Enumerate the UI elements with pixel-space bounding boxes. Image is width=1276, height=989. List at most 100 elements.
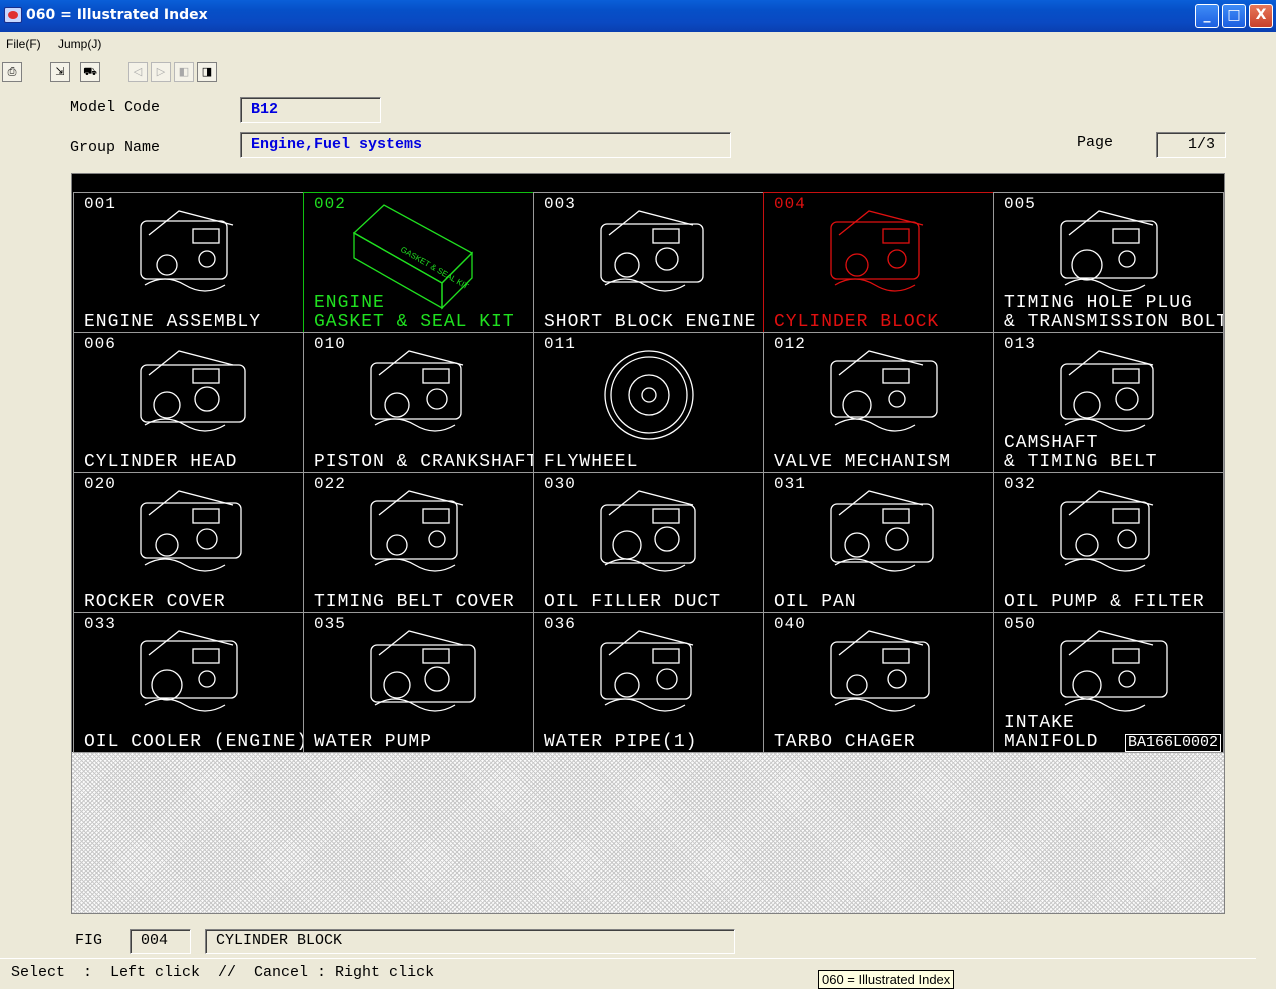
figure-cell-022[interactable]: 022 TIMING BELT COVER	[303, 472, 534, 613]
reference-code: BA166L0002	[1124, 734, 1221, 752]
figure-code: 040	[774, 615, 806, 633]
figure-name: VALVE MECHANISM	[774, 452, 952, 472]
prev-group-button[interactable]: ◁	[128, 62, 148, 82]
figure-name: OIL COOLER (ENGINE)	[84, 732, 304, 752]
figure-code: 030	[544, 475, 576, 493]
figure-code: 020	[84, 475, 116, 493]
figure-code: 050	[1004, 615, 1036, 633]
figure-name: WATER PUMP	[314, 732, 433, 752]
close-button[interactable]: X	[1249, 4, 1273, 28]
minimize-button[interactable]: _	[1195, 4, 1219, 28]
figure-cell-033[interactable]: 033 OIL COOLER (ENGINE)	[73, 612, 304, 753]
kit-box-text: GASKET & SEAL KIT	[399, 245, 470, 291]
print-icon: ⎙	[7, 65, 17, 78]
next-group-icon: ▷	[156, 65, 166, 78]
prev-group-icon: ◁	[133, 65, 143, 78]
menu-bar: File(F) Jump(J)	[0, 33, 1276, 55]
figure-cell-003[interactable]: 003 SHORT BLOCK ENGINE	[533, 192, 764, 333]
figure-cell-032[interactable]: 032 OIL PUMP & FILTER	[993, 472, 1224, 613]
figure-code: 006	[84, 335, 116, 353]
figure-cell-040[interactable]: 040 TARBO CHAGER	[763, 612, 994, 753]
figure-code: 032	[1004, 475, 1036, 493]
status-text: Select : Left click // Cancel : Right cl…	[11, 964, 435, 981]
figure-cell-010[interactable]: 010 PISTON & CRANKSHAFT	[303, 332, 534, 473]
figure-name: ROCKER COVER	[84, 592, 226, 612]
figure-code: 002	[314, 195, 346, 213]
prev-page-icon: ◧	[178, 65, 190, 78]
figure-code: 035	[314, 615, 346, 633]
print-button[interactable]: ⎙	[2, 62, 22, 82]
figure-cell-031[interactable]: 031 OIL PAN	[763, 472, 994, 613]
group-name-field: Engine,Fuel systems	[240, 132, 731, 158]
figure-name: SHORT BLOCK ENGINE	[544, 312, 757, 332]
title-bar: 060 = Illustrated Index _ □ X	[0, 0, 1276, 32]
figure-cell-050[interactable]: 050 INTAKE MANIFOLD BA166L0002	[993, 612, 1224, 753]
figure-name: FLYWHEEL	[544, 452, 639, 472]
figure-grid: 001 ENGINE ASSEMBLY GASKET & SEAL KIT 002 EN…	[72, 174, 1224, 753]
fig-code-field: 004	[130, 929, 191, 954]
prev-page-button[interactable]: ◧	[174, 62, 194, 82]
figure-cell-005[interactable]: 005 TIMING HOLE PLUG & TRANSMISSION BOLT	[993, 192, 1224, 333]
model-code-label: Model Code	[70, 99, 161, 116]
figure-name: WATER PIPE(1)	[544, 732, 698, 752]
figure-name: PISTON & CRANKSHAFT	[314, 452, 534, 472]
figure-name: INTAKE MANIFOLD	[1004, 713, 1099, 752]
fig-name-field: CYLINDER BLOCK	[205, 929, 735, 954]
figure-code: 012	[774, 335, 806, 353]
page-label: Page	[1077, 134, 1114, 151]
figure-name: CYLINDER HEAD	[84, 452, 238, 472]
figure-cell-006[interactable]: 006 CYLINDER HEAD	[73, 332, 304, 473]
status-bar: Select : Left click // Cancel : Right cl…	[0, 958, 1256, 986]
figure-name: OIL PUMP & FILTER	[1004, 592, 1205, 612]
open-figure-icon: ⇲	[55, 65, 65, 78]
figure-cell-036[interactable]: 036 WATER PIPE(1)	[533, 612, 764, 753]
figure-name: TARBO CHAGER	[774, 732, 916, 752]
figure-cell-011[interactable]: 011 FLYWHEEL	[533, 332, 764, 473]
figure-code: 010	[314, 335, 346, 353]
figure-name: TIMING BELT COVER	[314, 592, 515, 612]
fig-label: FIG	[75, 932, 103, 949]
toolbar: ⎙ ⇲ ⛟ ◁ ▷ ◧ ◨	[0, 58, 1276, 88]
car-button[interactable]: ⛟	[80, 62, 100, 82]
figure-name: TIMING HOLE PLUG & TRANSMISSION BOLT	[1004, 293, 1224, 332]
figure-cell-012[interactable]: 012 VALVE MECHANISM	[763, 332, 994, 473]
menu-jump[interactable]: Jump(J)	[58, 37, 101, 51]
next-group-button[interactable]: ▷	[151, 62, 171, 82]
figure-cell-004[interactable]: 004 CYLINDER BLOCK	[763, 192, 994, 333]
window-title: 060 = Illustrated Index	[26, 7, 208, 23]
menu-file[interactable]: File(F)	[6, 37, 41, 51]
figure-code: 001	[84, 195, 116, 213]
figure-code: 004	[774, 195, 806, 213]
figure-code: 003	[544, 195, 576, 213]
illustration-panel: 001 ENGINE ASSEMBLY GASKET & SEAL KIT 002 EN…	[71, 173, 1225, 914]
maximize-button[interactable]: □	[1222, 4, 1246, 28]
figure-name: ENGINE GASKET & SEAL KIT	[314, 293, 515, 332]
app-icon[interactable]	[4, 7, 22, 23]
figure-code: 036	[544, 615, 576, 633]
figure-code: 011	[544, 335, 576, 353]
next-page-icon: ◨	[201, 65, 213, 78]
group-name-label: Group Name	[70, 139, 161, 156]
next-page-button[interactable]: ◨	[197, 62, 217, 82]
car-icon: ⛟	[83, 65, 97, 78]
figure-code: 013	[1004, 335, 1036, 353]
page-field: 1/3	[1156, 132, 1226, 158]
open-figure-button[interactable]: ⇲	[50, 62, 70, 82]
figure-name: ENGINE ASSEMBLY	[84, 312, 262, 332]
model-code-field: B12	[240, 97, 381, 123]
figure-name: OIL FILLER DUCT	[544, 592, 722, 612]
tooltip: 060 = Illustrated Index	[818, 970, 955, 989]
figure-cell-035[interactable]: 035 WATER PUMP	[303, 612, 534, 753]
figure-cell-002[interactable]: GASKET & SEAL KIT 002 ENGINE GASKET & SEAL…	[303, 192, 534, 333]
figure-name: CAMSHAFT & TIMING BELT	[1004, 433, 1158, 472]
figure-cell-013[interactable]: 013 CAMSHAFT & TIMING BELT	[993, 332, 1224, 473]
figure-cell-030[interactable]: 030 OIL FILLER DUCT	[533, 472, 764, 613]
figure-cell-001[interactable]: 001 ENGINE ASSEMBLY	[73, 192, 304, 333]
figure-code: 033	[84, 615, 116, 633]
figure-code: 022	[314, 475, 346, 493]
figure-code: 031	[774, 475, 806, 493]
figure-name: OIL PAN	[774, 592, 857, 612]
figure-cell-020[interactable]: 020 ROCKER COVER	[73, 472, 304, 613]
figure-code: 005	[1004, 195, 1036, 213]
figure-name: CYLINDER BLOCK	[774, 312, 940, 332]
